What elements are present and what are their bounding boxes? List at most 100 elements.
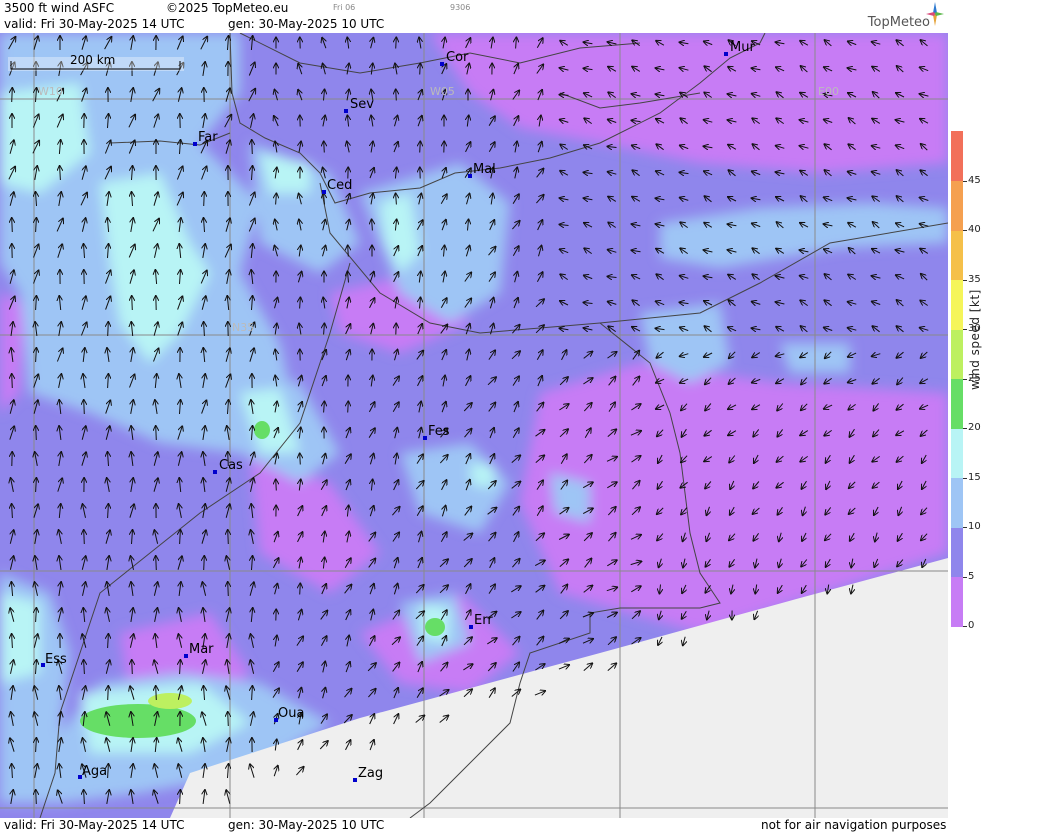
wind-arrow <box>204 192 205 207</box>
legend-swatch <box>951 230 963 280</box>
city-marker-mal <box>468 174 472 178</box>
city-oua: Oua <box>278 706 304 721</box>
legend-tick-mark <box>963 329 967 330</box>
city-marker-cor <box>440 62 444 66</box>
wind-core-casablanca <box>254 421 270 439</box>
legend-tick-mark <box>963 180 967 182</box>
wind-arrow <box>252 140 253 155</box>
city-err: Err <box>474 613 493 628</box>
city-marker-mur <box>724 52 728 56</box>
footer-valid: valid: Fri 30-May-2025 14 UTC <box>4 818 185 832</box>
legend-swatch <box>951 527 963 577</box>
wind-arrow <box>108 322 109 337</box>
wind-arrow <box>228 712 229 727</box>
wind-arrow <box>420 64 421 75</box>
city-ced: Ced <box>327 178 352 193</box>
wind-core-agadir-peak <box>148 693 192 709</box>
wind-arrow <box>396 38 397 49</box>
city-marker-err <box>469 625 473 629</box>
city-mar: Mar <box>189 642 214 657</box>
day-marker: Fri 06 <box>333 3 356 12</box>
legend-tick-label: 0 <box>968 620 975 631</box>
legend-tick-mark <box>963 378 967 380</box>
wind-arrow <box>396 90 397 101</box>
legend-tick-label: 10 <box>968 521 981 532</box>
legend-swatch <box>951 279 963 330</box>
wind-arrow <box>300 454 301 465</box>
wind-arrow <box>228 530 229 545</box>
wind-arrow <box>420 142 421 153</box>
city-fes: Fes <box>428 424 450 439</box>
wind-map[interactable]: W10 W05 E00 N35 200 km Cor Mur Sev Far M… <box>0 33 948 818</box>
footer-disclaimer: not for air navigation purposes <box>761 818 947 832</box>
color-legend: 0 5 10 15 20 25 30 35 40 45 wind speed [kt] <box>948 0 1039 832</box>
grid-label-w10: W10 <box>38 85 63 98</box>
city-zag: Zag <box>358 766 383 781</box>
legend-color-bar <box>951 131 963 627</box>
wind-arrow <box>228 582 229 597</box>
wind-arrow <box>36 790 37 805</box>
legend-tick-label: 35 <box>968 273 981 285</box>
city-marker-fes <box>423 436 427 440</box>
legend-tick-mark <box>963 230 967 231</box>
legend-swatch <box>951 131 963 181</box>
legend-tick-label: 5 <box>968 570 975 582</box>
city-marker-ced <box>322 190 326 194</box>
compass-logo-icon <box>926 2 944 26</box>
legend-tick-mark <box>963 626 967 627</box>
wind-arrow <box>84 530 85 545</box>
legend-title: wind speed [kt] <box>968 289 982 390</box>
grid-label-e00: E00 <box>818 85 839 98</box>
map-title: 3500 ft wind ASFC <box>4 1 115 15</box>
city-mal: Mal <box>473 162 496 177</box>
city-far: Far <box>198 130 218 145</box>
city-marker-zag <box>353 778 357 782</box>
city-mur: Mur <box>730 40 755 55</box>
city-aga: Aga <box>82 764 107 779</box>
city-ess: Ess <box>45 652 67 667</box>
city-cor: Cor <box>446 50 469 65</box>
wind-arrow <box>300 584 301 595</box>
city-marker-far <box>193 142 197 146</box>
wind-arrow <box>204 556 205 571</box>
city-marker-cas <box>213 470 217 474</box>
valid-time: valid: Fri 30-May-2025 14 UTC <box>4 17 185 31</box>
legend-swatch <box>951 329 963 379</box>
wind-core-errachidia <box>425 618 445 636</box>
generated-time: gen: 30-May-2025 10 UTC <box>228 17 385 31</box>
code-label: 9306 <box>450 3 471 12</box>
wind-arrow <box>36 426 37 441</box>
city-sev: Sev <box>350 97 374 112</box>
legend-tick-mark <box>963 576 967 578</box>
wind-arrow <box>324 142 325 153</box>
legend-tick-mark <box>963 428 967 429</box>
wind-arrow <box>12 88 13 103</box>
legend-swatch <box>951 477 963 528</box>
logo-text: TopMeteo <box>867 15 930 30</box>
wind-arrow <box>348 402 349 413</box>
legend-swatch <box>951 576 963 627</box>
legend-tick-mark <box>963 527 967 528</box>
legend-swatch <box>951 378 963 429</box>
footer: valid: Fri 30-May-2025 14 UTC gen: 30-Ma… <box>0 818 948 832</box>
wind-arrow <box>108 686 109 701</box>
legend-tick-mark <box>963 477 967 479</box>
legend-tick-label: 40 <box>968 224 981 235</box>
wind-arrow <box>84 400 85 415</box>
scale-label: 200 km <box>70 53 115 67</box>
wind-arrow <box>348 246 349 257</box>
legend-tick-mark <box>963 279 967 281</box>
wind-arrow <box>156 426 157 441</box>
legend-tick-label: 20 <box>968 422 981 433</box>
legend-swatch <box>951 428 963 478</box>
header: 3500 ft wind ASFC ©2025 TopMeteo.eu Fri … <box>0 0 948 33</box>
wind-arrow <box>156 686 157 701</box>
wind-arrow <box>12 374 13 389</box>
copyright: ©2025 TopMeteo.eu <box>166 1 289 15</box>
city-marker-mar <box>184 654 188 658</box>
wind-arrow <box>276 480 277 491</box>
footer-gen: gen: 30-May-2025 10 UTC <box>228 818 385 832</box>
legend-swatch <box>951 180 963 231</box>
wind-core-agadir <box>80 704 196 738</box>
grid-label-n35: N35 <box>232 321 254 334</box>
